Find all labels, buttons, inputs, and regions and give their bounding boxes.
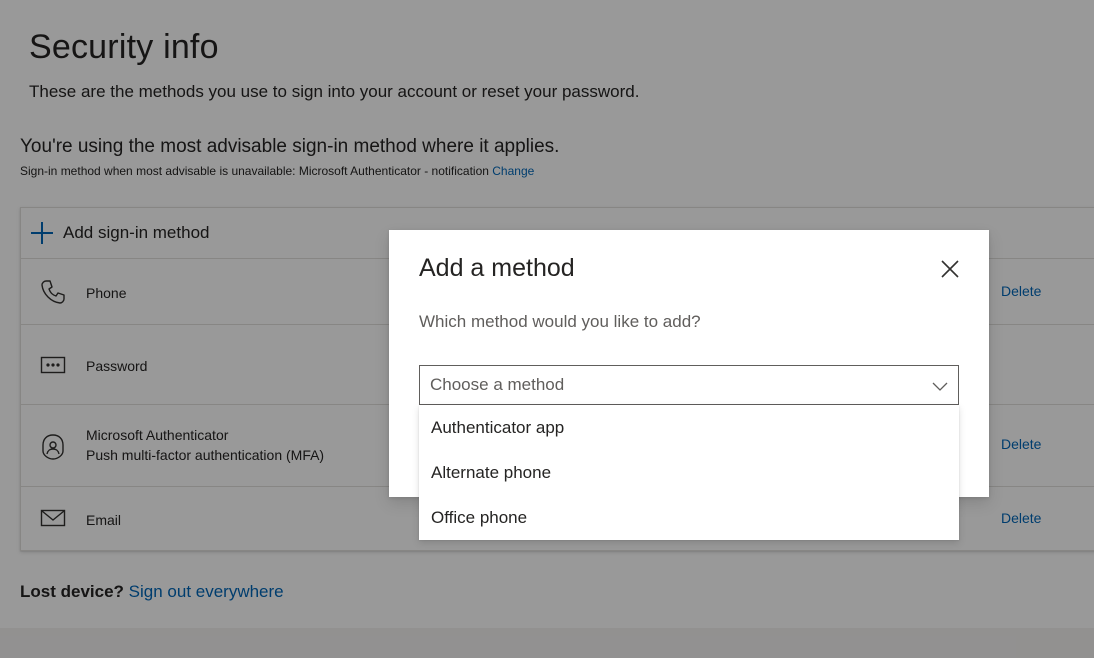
chevron-down-icon <box>932 378 948 394</box>
method-options-dropdown: Authenticator app Alternate phone Office… <box>419 405 959 540</box>
option-office-phone[interactable]: Office phone <box>419 495 959 540</box>
method-select-placeholder: Choose a method <box>430 375 565 394</box>
dialog-title: Add a method <box>419 254 575 282</box>
option-authenticator-app[interactable]: Authenticator app <box>419 405 959 450</box>
dialog-question: Which method would you like to add? <box>419 312 701 331</box>
method-select[interactable]: Choose a method <box>419 365 959 405</box>
security-info-page: Security info These are the methods you … <box>0 0 1094 658</box>
close-icon[interactable] <box>939 258 961 280</box>
option-alternate-phone[interactable]: Alternate phone <box>419 450 959 495</box>
